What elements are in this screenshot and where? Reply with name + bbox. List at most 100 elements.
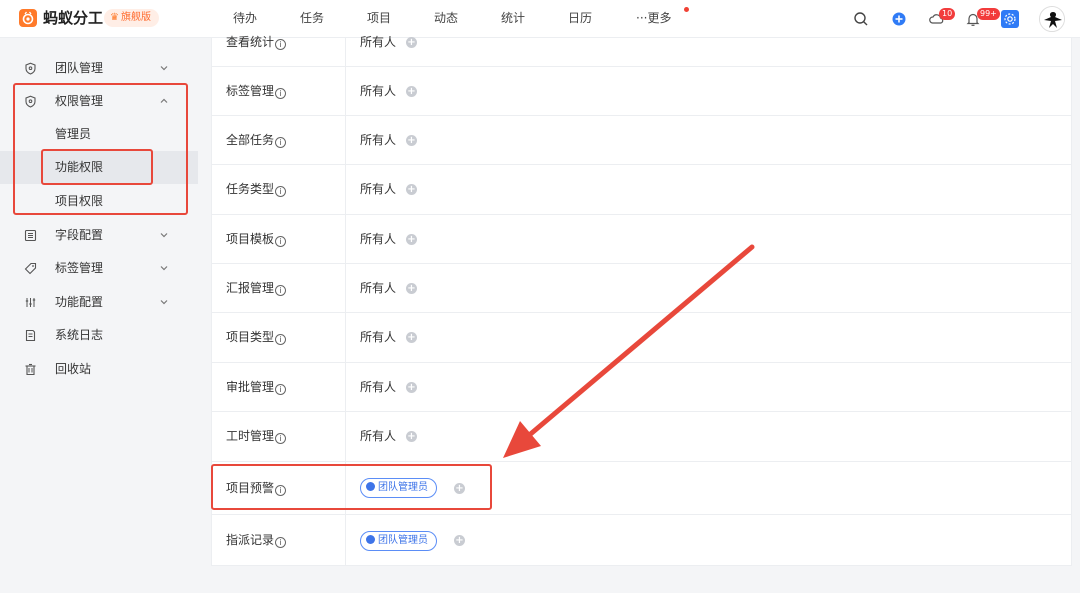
table-row: 项目类型 i 所有人 + (212, 313, 1071, 363)
sidebar-item-label: 系统日志 (55, 328, 104, 342)
role-tag-label: 团队管理员 (378, 535, 428, 546)
sidebar-item-label: 标签管理 (55, 261, 104, 275)
table-row: 任务类型 i 所有人 + (212, 165, 1071, 215)
row-label: 审批管理 i (226, 379, 287, 395)
bell-badge: 99+ (977, 8, 1000, 20)
row-label: 工时管理 i (226, 428, 287, 444)
table-row: 汇报管理 i 所有人 + (212, 264, 1071, 313)
row-label: 查看统计 i (226, 34, 287, 50)
info-icon[interactable]: i (275, 384, 287, 395)
add-member-button[interactable]: + (406, 184, 417, 195)
sidebar-item-system-log[interactable]: 系统日志 (0, 319, 198, 352)
info-icon[interactable]: i (275, 137, 287, 148)
add-member-button[interactable]: + (406, 332, 417, 343)
row-value[interactable]: 所有人 (360, 428, 396, 444)
row-value[interactable]: 所有人 (360, 34, 396, 50)
gear-icon (1004, 13, 1016, 25)
add-member-button[interactable]: + (406, 283, 417, 294)
add-circle-icon[interactable] (890, 10, 908, 28)
log-icon (25, 329, 36, 342)
row-label-text: 审批管理 (226, 380, 275, 394)
row-label: 任务类型 i (226, 181, 287, 197)
nav-item-todo[interactable]: 待办 (233, 10, 257, 26)
row-label: 全部任务 i (226, 132, 287, 148)
row-value[interactable]: 所有人 (360, 132, 396, 148)
app-logo-icon[interactable] (19, 9, 37, 27)
cloud-badge: 10 (939, 8, 956, 20)
add-member-button[interactable]: + (406, 431, 417, 442)
table-row: 工时管理 i 所有人 + (212, 412, 1071, 462)
row-label-text: 任务类型 (226, 182, 275, 196)
role-tag[interactable]: 团队管理员 (360, 531, 437, 551)
table-row: 审批管理 i 所有人 + (212, 363, 1071, 412)
sidebar-item-recycle-bin[interactable]: 回收站 (0, 353, 198, 386)
info-icon[interactable]: i (275, 88, 287, 99)
nav-item-stats[interactable]: 统计 (501, 10, 525, 26)
row-label-text: 汇报管理 (226, 281, 275, 295)
info-icon[interactable]: i (275, 433, 287, 444)
crown-icon: ♛ (110, 12, 119, 23)
sidebar-item-team-management[interactable]: 团队管理 (0, 52, 198, 85)
table-row: 查看统计 i 所有人 + (212, 30, 1071, 67)
row-label: 项目模板 i (226, 231, 287, 247)
settings-button[interactable] (1001, 10, 1019, 28)
add-member-button[interactable]: + (406, 86, 417, 97)
highlight-project-warning-row (211, 464, 492, 510)
chevron-down-icon (160, 300, 168, 305)
table-row: 项目模板 i 所有人 + (212, 215, 1071, 264)
info-icon[interactable]: i (275, 334, 287, 345)
chevron-down-icon (160, 266, 168, 271)
row-value[interactable]: 所有人 (360, 83, 396, 99)
info-icon[interactable]: i (275, 39, 287, 50)
table-row: 全部任务 i 所有人 + (212, 116, 1071, 165)
row-label-text: 项目类型 (226, 330, 275, 344)
info-icon[interactable]: i (275, 537, 287, 548)
add-member-button[interactable]: + (406, 382, 417, 393)
table-row: 指派记录 i 团队管理员 + (212, 515, 1071, 566)
nav-item-calendar[interactable]: 日历 (568, 10, 592, 26)
table-row: 标签管理 i 所有人 + (212, 67, 1071, 116)
nav-item-activity[interactable]: 动态 (434, 10, 458, 26)
chevron-down-icon (160, 66, 168, 71)
row-label-text: 标签管理 (226, 84, 275, 98)
row-value[interactable]: 所有人 (360, 181, 396, 197)
avatar[interactable] (1039, 6, 1065, 32)
info-icon[interactable]: i (275, 236, 287, 247)
row-label-text: 查看统计 (226, 35, 275, 49)
sidebar-item-field-config[interactable]: 字段配置 (0, 219, 198, 252)
nav-item-more[interactable]: ···更多 (636, 10, 671, 26)
row-value[interactable]: 所有人 (360, 329, 396, 345)
highlight-feature-permissions (41, 149, 153, 185)
row-label-text: 工时管理 (226, 429, 275, 443)
nav-item-projects[interactable]: 项目 (367, 10, 391, 26)
add-member-button[interactable]: + (406, 234, 417, 245)
nav-item-tasks[interactable]: 任务 (300, 10, 324, 26)
info-icon[interactable]: i (275, 285, 287, 296)
app-name[interactable]: 蚂蚁分工 (43, 9, 103, 27)
row-value[interactable]: 所有人 (360, 379, 396, 395)
row-label-text: 项目模板 (226, 232, 275, 246)
sidebar-item-label: 团队管理 (55, 61, 104, 75)
info-icon[interactable]: i (275, 186, 287, 197)
row-label: 汇报管理 i (226, 280, 287, 296)
row-label: 项目类型 i (226, 329, 287, 345)
sliders-icon (25, 298, 36, 307)
shield-icon (25, 62, 36, 75)
row-label: 标签管理 i (226, 83, 287, 99)
row-value[interactable]: 所有人 (360, 280, 396, 296)
form-icon (24, 229, 37, 242)
sidebar-item-feature-config[interactable]: 功能配置 (0, 286, 198, 319)
row-value[interactable]: 所有人 (360, 231, 396, 247)
role-tag-icon (366, 535, 375, 544)
row-label: 指派记录 i (226, 532, 287, 548)
add-member-button[interactable]: + (406, 135, 417, 146)
row-label-text: 全部任务 (226, 133, 275, 147)
add-member-button[interactable]: + (454, 535, 465, 546)
search-icon[interactable] (852, 10, 870, 28)
tag-icon (24, 262, 37, 275)
row-label-text: 指派记录 (226, 533, 275, 547)
sidebar-item-tag-management[interactable]: 标签管理 (0, 252, 198, 285)
chevron-down-icon (160, 233, 168, 238)
sidebar-item-label: 字段配置 (55, 228, 104, 242)
add-member-button[interactable]: + (406, 37, 417, 48)
